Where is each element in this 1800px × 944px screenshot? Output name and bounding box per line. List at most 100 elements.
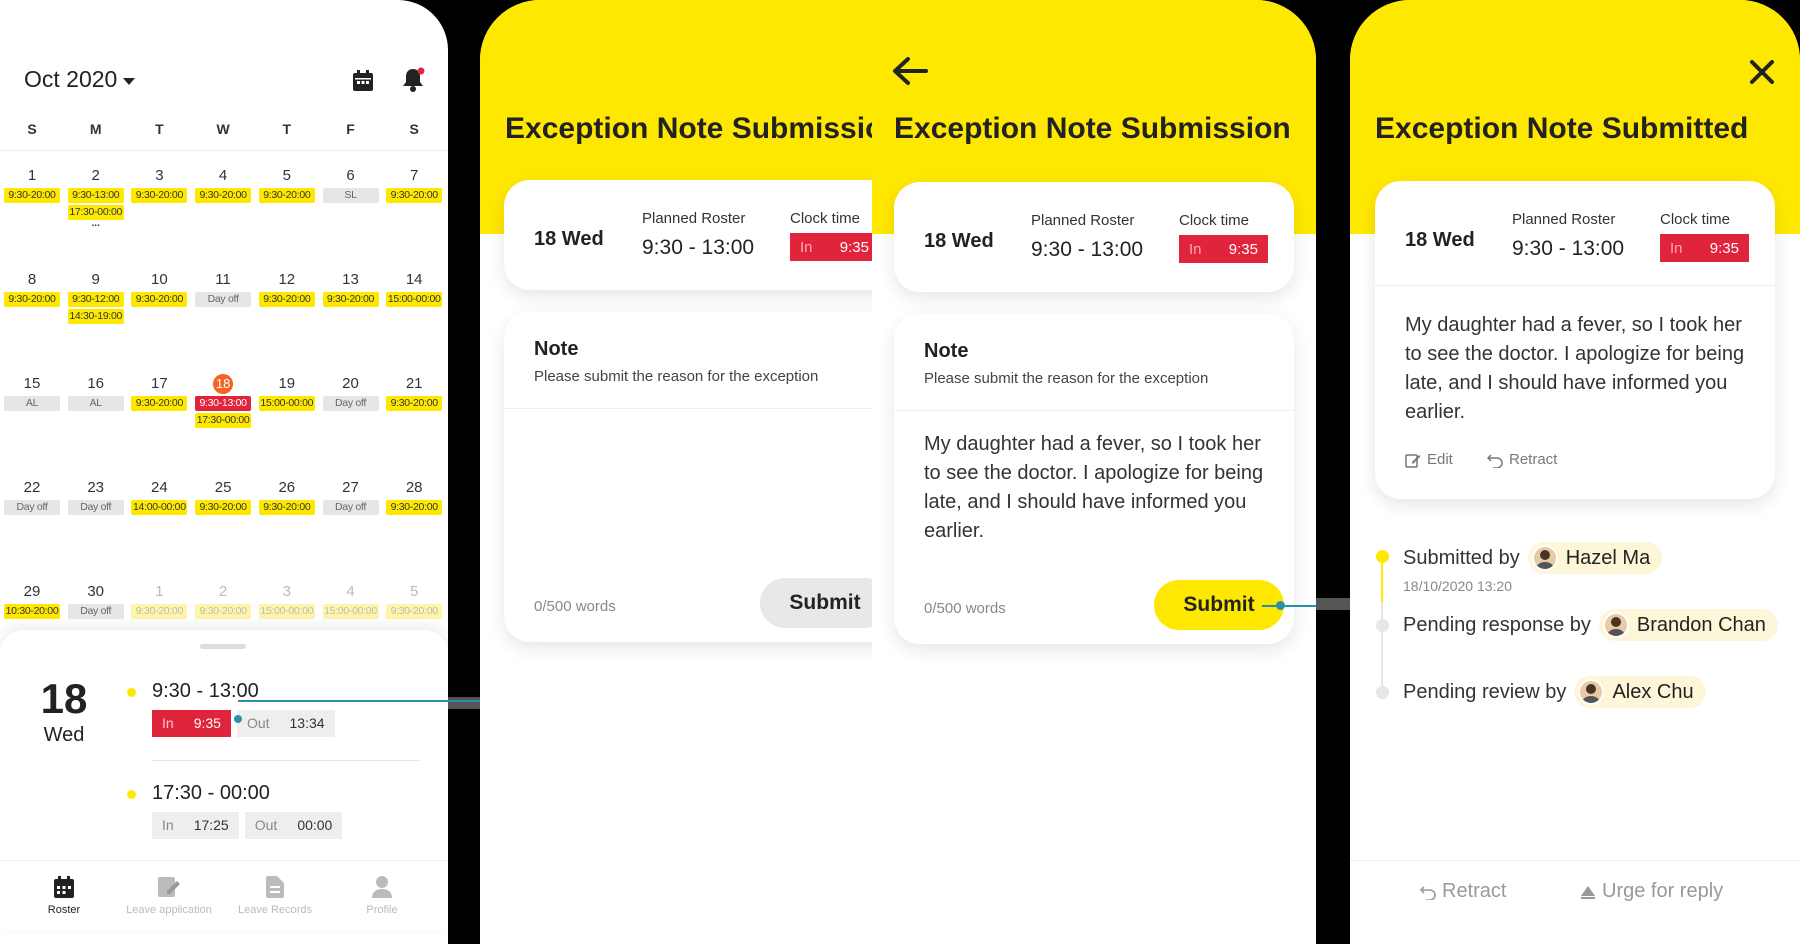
calendar-day[interactable]: 21 9:30-20:00 [382,374,446,411]
user-chip[interactable]: Alex Chu [1574,676,1706,708]
calendar-day[interactable]: 3 15:00-00:00 [255,582,319,619]
retract-button[interactable]: Retract [1487,451,1557,468]
timeline-label: Pending review by [1403,680,1567,703]
month-selector[interactable]: Oct 2020 [24,66,136,93]
day-number: 20 [342,375,359,392]
shift-badge: 9:30-20:00 [386,604,443,619]
day-number: 12 [278,271,296,288]
day-number: 3 [155,167,164,184]
nav-profile[interactable]: Profile [332,876,432,916]
weekday-label: S [27,121,37,137]
calendar-day[interactable]: 1 9:30-20:00 [0,166,64,203]
shift-badge: 9:30-20:00 [131,396,188,411]
note-label: Note [924,340,969,362]
shift-badge: 9:30-20:00 [386,500,443,515]
calendar-day[interactable]: 23 Day off [64,478,128,515]
day-number: 2 [218,583,228,600]
shift-badge: 9:30-12:00 [67,292,124,307]
bottom-retract-button[interactable]: Retract [1420,880,1506,903]
shift-badge: Day off [195,292,252,307]
roster-summary-card: 18 Wed Planned Roster 9:30 - 13:00 Clock… [504,180,872,290]
note-divider [894,410,1294,411]
urge-for-reply-button[interactable]: Urge for reply [1580,880,1723,903]
calendar-day[interactable]: 29 10:30-20:00 [0,582,64,619]
user-icon [332,876,432,898]
word-count: 0/500 words [924,600,1006,617]
nav-roster[interactable]: Roster [14,876,114,916]
calendar-day[interactable]: 25 9:30-20:00 [191,478,255,515]
note-textarea[interactable] [534,422,872,572]
user-chip[interactable]: Hazel Ma [1527,542,1663,574]
calendar-day[interactable]: 11 Day off [191,270,255,307]
card-day: 18 Wed [1405,229,1475,251]
back-arrow-icon[interactable] [892,56,928,91]
edit-icon [1405,453,1421,468]
shift-badge: 9:30-20:00 [4,188,60,203]
calendar-day[interactable]: 12 9:30-20:00 [255,270,319,307]
weekday-divider [0,150,448,151]
calendar-day[interactable]: 10 9:30-20:00 [127,270,191,307]
calendar-day[interactable]: 14 15:00-00:00 [382,270,446,307]
calendar-day[interactable]: 5 9:30-20:00 [255,166,319,203]
calendar-day[interactable]: 28 9:30-20:00 [382,478,446,515]
day-number: 5 [282,167,291,184]
calendar-day[interactable]: 18 9:30-13:00 17:30-00:00 [191,374,255,428]
calendar-day[interactable]: 16 AL [64,374,128,411]
day-number: 9 [91,271,100,288]
shift-badge: 15:00-00:00 [258,396,315,411]
calendar-day[interactable]: 3 9:30-20:00 [127,166,191,203]
shift-badge: Day off [322,396,379,411]
calendar-day[interactable]: 2 9:30-20:00 [191,582,255,619]
retract-label: Retract [1442,880,1507,902]
day-number: 15 [23,375,41,392]
calendar-day[interactable]: 17 9:30-20:00 [127,374,191,411]
planned-value: 9:30 - 13:00 [642,236,755,259]
close-icon[interactable] [1748,58,1776,91]
calendar-day[interactable]: 24 14:00-00:00 [127,478,191,515]
edit-button[interactable]: Edit [1405,451,1453,468]
day-number: 11 [215,271,231,288]
calendar-day[interactable]: 20 Day off [319,374,383,411]
shift-dot [127,790,136,799]
calendar-day[interactable]: 26 9:30-20:00 [255,478,319,515]
nav-leave-records[interactable]: Leave Records [225,876,325,916]
timeline-dot [1376,686,1389,699]
weekday-label: S [409,121,419,137]
shift2-clock[interactable]: In 17:25 Out 00:00 [152,812,343,839]
day-number: 16 [87,375,105,392]
roster-summary-card: 18 Wed Planned Roster 9:30 - 13:00 Clock… [894,182,1294,292]
calendar-day[interactable]: 1 9:30-20:00 [127,582,191,619]
weekday-label: M [89,121,102,137]
page-title: Exception Note Submission [505,112,872,145]
submit-button-disabled[interactable]: Submit [760,578,872,628]
calendar-icon[interactable] [350,68,376,94]
detail-day-name: Wed [43,724,85,746]
planned-value: 9:30 - 13:00 [1031,238,1144,261]
shift1-clock[interactable]: In 9:35 Out 13:34 [152,710,335,737]
calendar-day[interactable]: 13 9:30-20:00 [319,270,383,307]
calendar-day[interactable]: 9 9:30-12:00 14:30-19:00 [64,270,128,324]
note-label: Note [534,338,579,360]
calendar-day[interactable]: 8 9:30-20:00 [0,270,64,307]
calendar-day[interactable]: 27 Day off [319,478,383,515]
clock-in-tag: In 9:35 [1179,235,1268,263]
calendar-day[interactable]: 6 SL [319,166,383,203]
today-marker: 18 [213,374,234,394]
day-number: 27 [342,479,359,496]
calendar-day[interactable]: 5 9:30-20:00 [382,582,446,619]
calendar-day[interactable]: 15 AL [0,374,64,411]
word-count: 0/500 words [534,598,616,615]
note-textarea[interactable]: My daughter had a fever, so I took her t… [924,430,1264,546]
calendar-day[interactable]: 19 15:00-00:00 [255,374,319,411]
calendar-day[interactable]: 30 Day off [64,582,128,619]
sheet-handle[interactable] [200,644,246,649]
calendar-day[interactable]: 2 9:30-13:00 17:30-00:00... [64,166,128,229]
bell-icon[interactable] [398,66,428,94]
calendar-day[interactable]: 4 15:00-00:00 [319,582,383,619]
shift-badge: Day off [67,500,124,515]
user-chip[interactable]: Brandon Chan [1598,609,1778,641]
calendar-day[interactable]: 7 9:30-20:00 [382,166,446,203]
nav-leave-application[interactable]: Leave application [119,876,219,916]
calendar-day[interactable]: 4 9:30-20:00 [191,166,255,203]
calendar-day[interactable]: 22 Day off [0,478,64,515]
